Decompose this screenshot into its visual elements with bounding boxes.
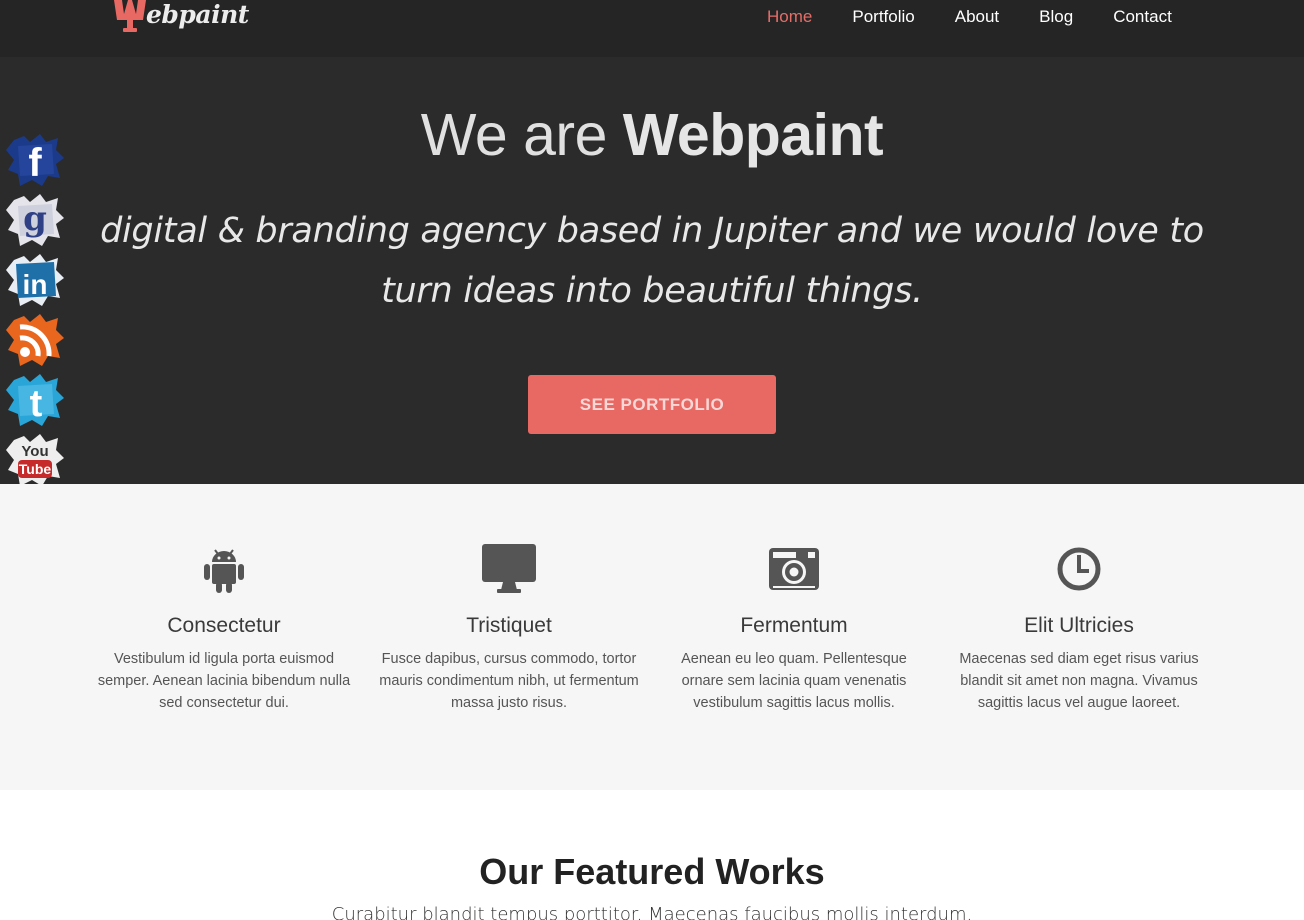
monitor-icon bbox=[379, 544, 639, 594]
feature-title: Tristiquet bbox=[466, 614, 552, 637]
hero-title: We are Webpaint bbox=[0, 101, 1304, 169]
feature-title: Elit Ultricies bbox=[1024, 614, 1134, 637]
feature-title: Fermentum bbox=[740, 614, 848, 637]
paintbrush-logo-icon bbox=[112, 0, 148, 34]
see-portfolio-button[interactable]: SEE PORTFOLIO bbox=[528, 375, 776, 434]
nav-portfolio[interactable]: Portfolio bbox=[832, 0, 934, 34]
google-icon[interactable]: g bbox=[6, 194, 64, 248]
featured-works-section: Our Featured Works Curabitur blandit tem… bbox=[0, 790, 1304, 920]
svg-text:t: t bbox=[30, 383, 43, 425]
camera-icon bbox=[664, 544, 924, 594]
youtube-icon[interactable]: You Tube bbox=[6, 434, 64, 488]
feature-title: Consectetur bbox=[167, 614, 281, 637]
section-subtitle: Curabitur blandit tempus porttitor. Maec… bbox=[331, 904, 973, 920]
feature-text: Maecenas sed diam eget risus varius blan… bbox=[959, 651, 1199, 711]
social-sidebar: f g in t You Tube bbox=[6, 134, 66, 494]
svg-text:f: f bbox=[28, 141, 42, 185]
svg-text:Tube: Tube bbox=[19, 461, 52, 477]
nav-contact[interactable]: Contact bbox=[1093, 0, 1192, 34]
hero-section: We are Webpaint digital & branding agenc… bbox=[0, 57, 1304, 484]
feature-text: Vestibulum id ligula porta euismod sempe… bbox=[97, 651, 351, 711]
android-icon bbox=[94, 544, 354, 594]
twitter-icon[interactable]: t bbox=[6, 374, 64, 428]
facebook-icon[interactable]: f bbox=[6, 134, 64, 188]
rss-icon[interactable] bbox=[6, 314, 64, 368]
linkedin-icon[interactable]: in bbox=[6, 254, 64, 308]
svg-text:g: g bbox=[23, 199, 47, 239]
nav-blog[interactable]: Blog bbox=[1019, 0, 1093, 34]
logo-wordmark: ebpaint bbox=[146, 0, 249, 29]
site-logo[interactable]: ebpaint bbox=[112, 0, 249, 34]
svg-text:You: You bbox=[21, 443, 48, 460]
feature-text: Aenean eu leo quam. Pellentesque ornare … bbox=[681, 651, 907, 711]
top-navbar: ebpaint Home Portfolio About Blog Contac… bbox=[0, 0, 1304, 57]
clock-icon bbox=[949, 544, 1209, 594]
hero-title-thin: We are bbox=[420, 102, 623, 168]
svg-text:in: in bbox=[23, 269, 48, 300]
nav-about[interactable]: About bbox=[935, 0, 1019, 34]
hero-title-bold: Webpaint bbox=[622, 102, 884, 168]
feature-text: Fusce dapibus, cursus commodo, tortor ma… bbox=[379, 651, 639, 711]
section-title: Our Featured Works bbox=[479, 851, 825, 892]
features-section: Consectetur Vestibulum id ligula porta e… bbox=[0, 484, 1304, 790]
hero-subtitle: digital & branding agency based in Jupit… bbox=[100, 211, 1204, 311]
main-nav: Home Portfolio About Blog Contact bbox=[747, 0, 1192, 34]
nav-home[interactable]: Home bbox=[747, 0, 832, 34]
